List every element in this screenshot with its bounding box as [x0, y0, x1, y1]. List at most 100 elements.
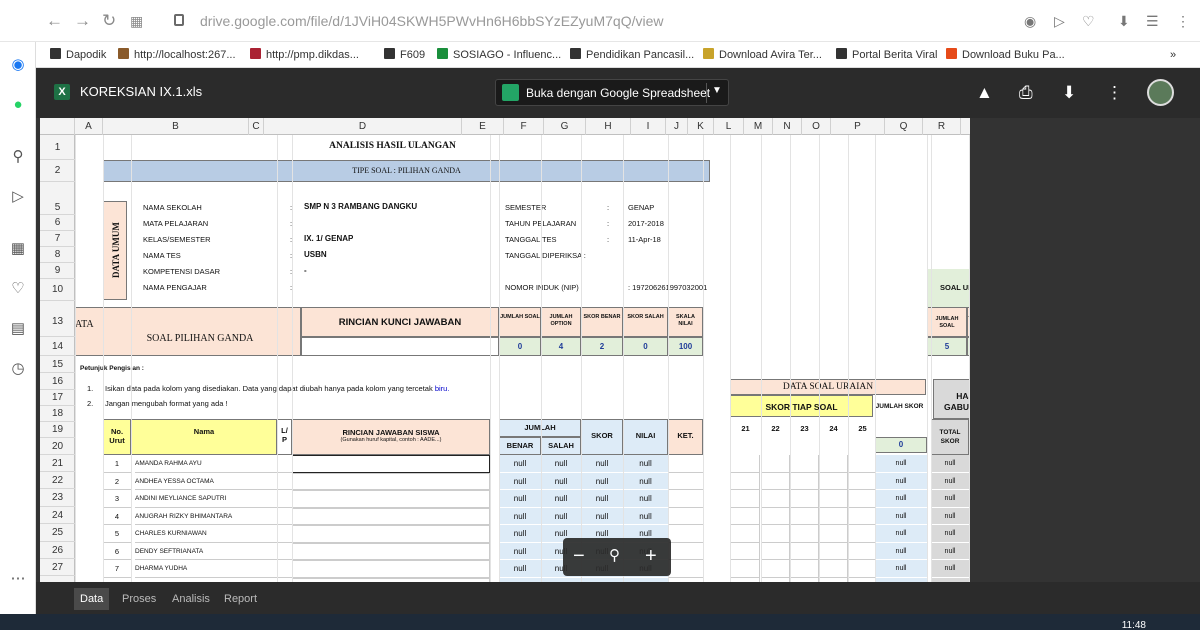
messenger-icon[interactable]: ◉ [9, 56, 27, 74]
uraian-score-cell[interactable] [761, 455, 790, 473]
student-answer-cell[interactable] [292, 455, 490, 473]
student-name[interactable]: ANUGRAH RIZKY BHIMANTARA [135, 508, 277, 525]
whatsapp-icon[interactable]: ● [9, 96, 27, 114]
uraian-score-cell[interactable] [819, 472, 848, 490]
row-header[interactable]: 16 [40, 373, 75, 390]
row-header[interactable]: 15 [40, 356, 75, 373]
column-header[interactable]: E [462, 118, 504, 135]
ket-cell[interactable] [668, 543, 703, 560]
column-header[interactable]: O [802, 118, 831, 135]
row-header[interactable]: 20 [40, 438, 75, 455]
bookmark-item[interactable]: Download Buku Pa... [946, 42, 1065, 68]
bookmark-item[interactable]: http://localhost:267... [118, 42, 236, 68]
uraian-score-cell[interactable] [819, 542, 848, 560]
uraian-score-cell[interactable] [731, 455, 760, 473]
jumlah-skor-value[interactable]: 0 [875, 437, 927, 453]
info-right-value[interactable]: 11-Apr-18 [628, 235, 661, 244]
apps-grid-icon[interactable]: ▦ [130, 11, 143, 31]
row-header[interactable]: 26 [40, 542, 75, 559]
uraian-score-cell[interactable] [761, 490, 790, 508]
row-header[interactable]: 18 [40, 406, 75, 422]
heart-icon[interactable]: ♡ [9, 280, 27, 298]
uraian-score-cell[interactable] [761, 542, 790, 560]
student-answer-cell[interactable] [292, 525, 490, 543]
column-header[interactable]: G [544, 118, 586, 135]
more-icon[interactable]: ⋯ [9, 570, 27, 588]
more-options-icon[interactable]: ⋮ [1106, 83, 1123, 103]
column-header[interactable]: I [631, 118, 666, 135]
select-all-corner[interactable] [40, 118, 75, 135]
column-header[interactable]: A [75, 118, 103, 135]
column-header[interactable]: M [744, 118, 773, 135]
stats-value[interactable]: 2 [581, 337, 623, 356]
bookmarks-overflow-icon[interactable]: » [1170, 42, 1176, 68]
column-header[interactable]: N [773, 118, 802, 135]
student-lp-cell[interactable] [277, 525, 292, 543]
uraian-score-cell[interactable] [761, 507, 790, 525]
chevron-down-icon[interactable]: ▼ [712, 85, 722, 96]
info-value[interactable]: SMP N 3 RAMBANG DANGKU [304, 202, 417, 211]
row-header[interactable]: 8 [40, 247, 75, 263]
tab-data[interactable]: Data [74, 588, 110, 610]
uraian-score-cell[interactable] [790, 507, 819, 525]
student-answer-cell[interactable] [292, 507, 490, 525]
kunci-input[interactable] [301, 337, 499, 356]
uraian-score-cell[interactable] [790, 472, 819, 490]
column-header[interactable]: R [923, 118, 961, 135]
row-header[interactable]: 10 [40, 279, 75, 301]
uraian-score-cell[interactable] [731, 507, 760, 525]
uraian-score-cell[interactable] [731, 560, 760, 578]
column-header[interactable]: D [264, 118, 462, 135]
uraian-score-cell[interactable] [790, 490, 819, 508]
row-header[interactable]: 19 [40, 422, 75, 438]
download-icon[interactable]: ⬇ [1118, 13, 1130, 30]
uraian-score-cell[interactable] [731, 472, 760, 490]
bookmark-item[interactable]: Pendidikan Pancasil... [570, 42, 694, 68]
row-header[interactable]: 1 [40, 135, 75, 160]
row-header[interactable]: 7 [40, 231, 75, 247]
send-icon[interactable]: ▷ [9, 188, 27, 206]
uraian-score-cell[interactable] [848, 525, 877, 543]
back-icon[interactable]: ← [46, 11, 63, 31]
uraian-score-cell[interactable] [790, 455, 819, 473]
ket-cell[interactable] [668, 455, 703, 473]
info-right-value[interactable]: GENAP [628, 203, 654, 212]
camera-icon[interactable]: ◉ [1024, 13, 1036, 30]
row-header[interactable]: 17 [40, 390, 75, 406]
student-name[interactable]: DENDY SEFTRIANATA [135, 543, 277, 560]
bookmark-item[interactable]: Download Avira Ter... [703, 42, 822, 68]
student-name[interactable]: ANDINI MEYLIANCE SAPUTRI [135, 490, 277, 508]
info-value[interactable]: USBN [304, 250, 327, 259]
tab-proses[interactable]: Proses [116, 588, 162, 610]
ket-cell[interactable] [668, 490, 703, 508]
student-name[interactable]: AMANDA RAHMA AYU [135, 455, 277, 473]
bookmark-item[interactable]: Dapodik [50, 42, 106, 68]
history-icon[interactable]: ◷ [9, 360, 27, 378]
tab-analisis[interactable]: Analisis [166, 588, 216, 610]
uraian-score-cell[interactable] [819, 455, 848, 473]
menu-icon[interactable]: ☰ [1146, 13, 1159, 30]
search-icon[interactable]: ⚲ [9, 148, 27, 166]
news-icon[interactable]: ▤ [9, 320, 27, 338]
student-lp-cell[interactable] [277, 560, 292, 578]
bookmark-item[interactable]: SOSIAGO - Influenc... [437, 42, 561, 68]
uraian-score-cell[interactable] [819, 507, 848, 525]
zoom-out-button[interactable]: − [573, 544, 585, 568]
row-header[interactable]: 6 [40, 215, 75, 231]
student-answer-cell[interactable] [292, 472, 490, 490]
column-header[interactable]: Q [885, 118, 923, 135]
column-header[interactable]: H [586, 118, 631, 135]
uraian-score-cell[interactable] [761, 525, 790, 543]
uraian-score-cell[interactable] [790, 542, 819, 560]
student-name[interactable]: CHARLES KURNIAWAN [135, 525, 277, 543]
column-header[interactable]: L [714, 118, 744, 135]
uraian-score-cell[interactable] [790, 525, 819, 543]
uraian-score-cell[interactable] [819, 525, 848, 543]
print-icon[interactable]: ⎙ [1019, 83, 1033, 103]
row-header[interactable]: 23 [40, 489, 75, 507]
stats-value[interactable]: 0 [499, 337, 541, 356]
student-lp-cell[interactable] [277, 472, 292, 490]
student-name[interactable]: DHARMA YUDHA [135, 560, 277, 578]
row-header[interactable]: 2 [40, 160, 75, 182]
tab-report[interactable]: Report [218, 588, 263, 610]
